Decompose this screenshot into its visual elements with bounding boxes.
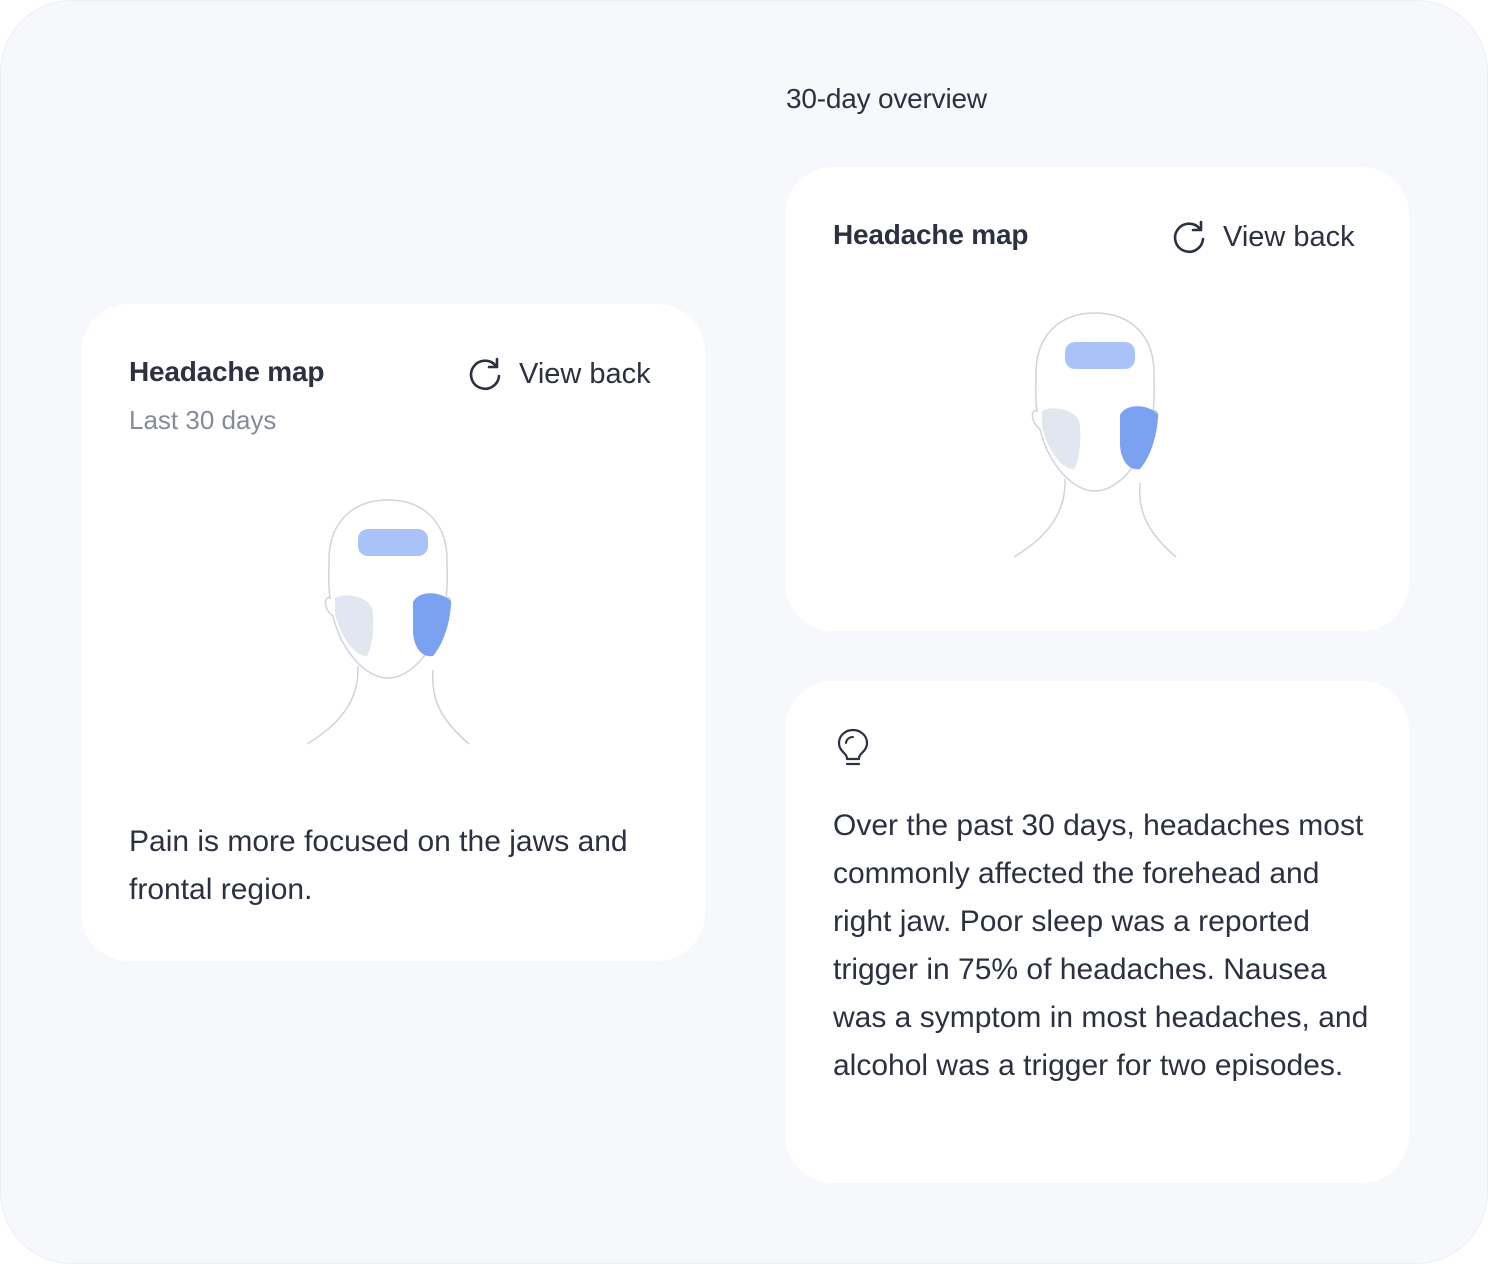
head-front-illustration [306, 499, 470, 745]
insight-text: Over the past 30 days, headaches most co… [833, 809, 1369, 1082]
overview-title: 30-day overview [786, 83, 987, 114]
right-jaw-pain-area [413, 593, 451, 657]
left-jaw-pain-area [335, 595, 374, 656]
rotate-icon [1173, 220, 1205, 254]
map-description: Pain is more focused on the jaws and fro… [129, 825, 628, 906]
card-title: Headache map [833, 219, 1029, 250]
card-title: Headache map [129, 356, 325, 387]
overview-panel: 30-day overview Headache map Last 30 day… [0, 0, 1488, 1264]
lightbulb-icon [837, 728, 869, 766]
insight-card: Over the past 30 days, headaches most co… [785, 681, 1409, 1183]
headache-map-card-overview: Headache map View back [785, 167, 1409, 631]
view-back-label: View back [519, 357, 651, 390]
right-jaw-pain-area [1120, 406, 1158, 470]
head-front-illustration [1013, 312, 1177, 558]
left-jaw-pain-area [1042, 408, 1081, 469]
headache-map-card: Headache map Last 30 days View back Pain… [81, 304, 705, 961]
forehead-pain-area [358, 529, 428, 556]
card-subtitle: Last 30 days [129, 405, 277, 435]
view-back-button[interactable]: View back [467, 356, 651, 392]
view-back-label: View back [1223, 220, 1355, 253]
rotate-icon [469, 357, 501, 391]
view-back-button[interactable]: View back [1171, 219, 1355, 255]
forehead-pain-area [1065, 342, 1135, 369]
